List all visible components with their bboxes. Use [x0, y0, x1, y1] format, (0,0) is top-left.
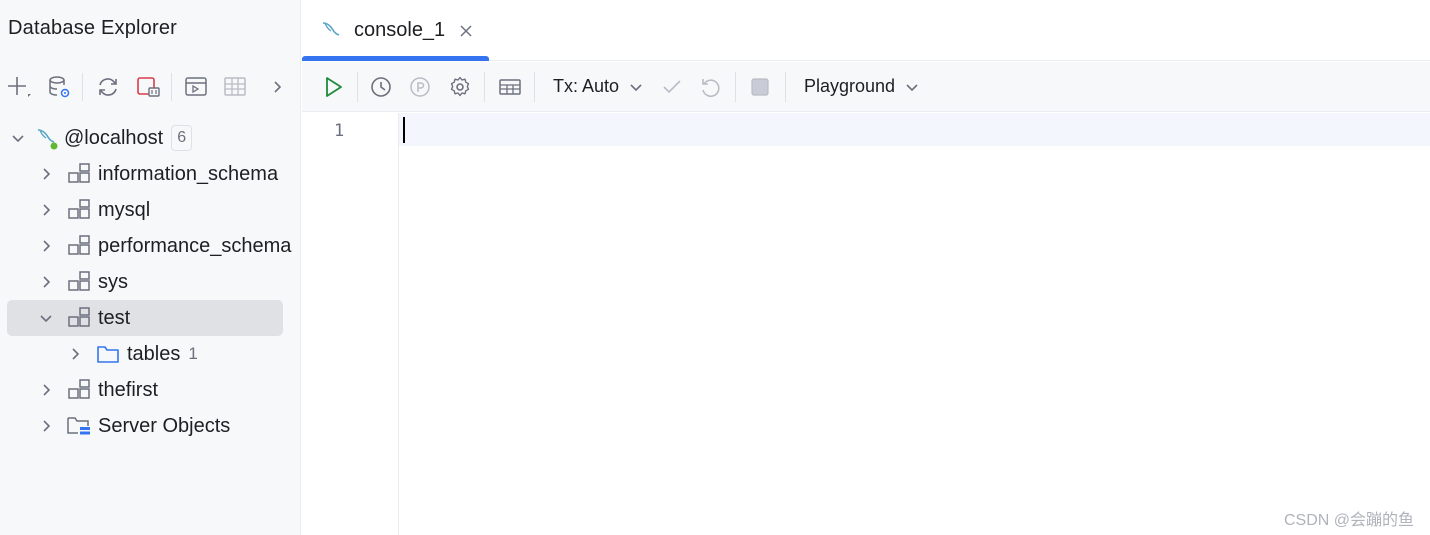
- refresh-icon[interactable]: [93, 72, 123, 102]
- schema-icon: [66, 270, 92, 294]
- chevron-right-icon[interactable]: [36, 272, 56, 292]
- tree-node-tables[interactable]: tables 1: [65, 336, 198, 372]
- schema-icon: [66, 378, 92, 402]
- schema-icon: [66, 234, 92, 258]
- active-tab-indicator: [302, 56, 489, 61]
- chevron-right-icon[interactable]: [36, 164, 56, 184]
- schema-icon: [66, 198, 92, 222]
- tab-label: console_1: [354, 19, 446, 41]
- transaction-mode-label: Tx: Auto: [553, 76, 620, 96]
- playground-label: Playground: [804, 76, 896, 96]
- current-line-highlight: [302, 113, 1430, 146]
- disconnect-icon[interactable]: [133, 72, 163, 102]
- tree-node-label: tables: [127, 342, 181, 365]
- chevron-right-icon[interactable]: [65, 344, 85, 364]
- tab-console-1[interactable]: console_1: [302, 0, 489, 61]
- editor-tab-bar: console_1: [302, 0, 1430, 61]
- jump-to-query-console-icon[interactable]: [181, 72, 211, 102]
- database-explorer-panel: Database Explorer @localhost 6 informati…: [0, 0, 301, 535]
- schema-icon: [66, 162, 92, 186]
- parameters-icon[interactable]: [405, 72, 435, 102]
- chevron-down-icon: [905, 80, 919, 94]
- chevron-right-icon[interactable]: [36, 200, 56, 220]
- commit-check-icon[interactable]: [657, 72, 687, 102]
- tree-node-label: thefirst: [98, 378, 159, 401]
- result-table-icon[interactable]: [495, 72, 525, 102]
- tree-node-label: performance_schema: [98, 234, 292, 257]
- tree-node-label: Server Objects: [98, 414, 231, 437]
- add-icon[interactable]: [4, 72, 34, 102]
- tree-node-label: mysql: [98, 198, 151, 221]
- close-icon[interactable]: [459, 24, 473, 38]
- tree-node-label: test: [98, 306, 131, 329]
- history-clock-icon[interactable]: [366, 72, 396, 102]
- table-view-icon[interactable]: [220, 72, 250, 102]
- tree-node-information-schema[interactable]: information_schema: [36, 156, 278, 192]
- stop-icon[interactable]: [745, 72, 775, 102]
- chevron-down-icon[interactable]: [8, 128, 28, 148]
- chevron-right-icon[interactable]: [262, 72, 292, 102]
- tree-node-label: @localhost: [64, 126, 164, 149]
- line-number: 1: [334, 121, 345, 141]
- tree-node-server-objects[interactable]: Server Objects: [36, 408, 230, 444]
- transaction-mode-dropdown[interactable]: Tx: Auto: [553, 76, 643, 97]
- table-count: 1: [188, 344, 198, 363]
- tree-node-test[interactable]: test: [7, 300, 283, 336]
- schema-icon: [66, 306, 92, 330]
- mysql-dolphin-icon: [34, 126, 60, 150]
- data-source-properties-icon[interactable]: [44, 72, 74, 102]
- run-icon[interactable]: [318, 72, 348, 102]
- text-caret[interactable]: [403, 117, 405, 143]
- chevron-down-icon[interactable]: [36, 308, 56, 328]
- tree-node-thefirst[interactable]: thefirst: [36, 372, 158, 408]
- tree-node-mysql[interactable]: mysql: [36, 192, 150, 228]
- tree-node-localhost[interactable]: @localhost 6: [8, 120, 193, 156]
- chevron-down-icon: [629, 80, 643, 94]
- editor-toolbar: Tx: Auto Playground: [302, 62, 1430, 112]
- schema-count-badge: 6: [171, 125, 193, 151]
- panel-title: Database Explorer: [8, 17, 178, 39]
- folder-icon: [95, 342, 121, 366]
- rollback-icon[interactable]: [696, 72, 726, 102]
- tree-node-label: sys: [98, 270, 128, 293]
- line-number-gutter: 1: [302, 113, 399, 535]
- tree-node-performance-schema[interactable]: performance_schema: [36, 228, 291, 264]
- session-playground-dropdown[interactable]: Playground: [804, 76, 919, 97]
- tree-node-sys[interactable]: sys: [36, 264, 128, 300]
- explorer-toolbar: [0, 68, 301, 106]
- watermark: CSDN @会蹦的鱼: [1283, 512, 1414, 529]
- chevron-right-icon[interactable]: [36, 236, 56, 256]
- tree-node-label: information_schema: [98, 162, 279, 185]
- chevron-right-icon[interactable]: [36, 380, 56, 400]
- settings-gear-icon[interactable]: [445, 72, 475, 102]
- server-objects-folder-icon: [66, 414, 92, 438]
- mysql-dolphin-icon: [320, 19, 344, 43]
- chevron-right-icon[interactable]: [36, 416, 56, 436]
